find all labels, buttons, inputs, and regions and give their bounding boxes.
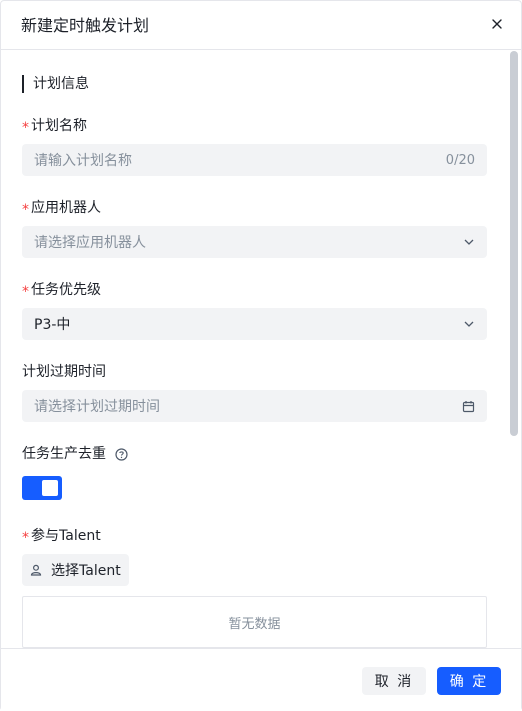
select-talent-label: 选择Talent [51,563,121,579]
toggle-knob [42,480,58,496]
expire-placeholder: 请选择计划过期时间 [34,399,160,415]
dedupe-toggle[interactable] [22,476,62,500]
required-mark: * [22,202,29,218]
user-icon [30,564,42,576]
priority-select[interactable]: P3-中 [22,308,487,340]
dialog-footer: 取 消 确 定 [1,648,521,711]
dialog-body: 计划信息 * 计划名称 请输入计划名称 0/20 * 应用机器人 请选择应用机器人 … [1,50,521,648]
expire-date-picker[interactable]: 请选择计划过期时间 [22,390,487,422]
scrollbar[interactable] [510,51,518,436]
talent-label-text: 参与Talent [31,528,101,544]
priority-value: P3-中 [34,317,71,333]
required-mark: * [22,284,29,300]
select-talent-button[interactable]: 选择Talent [22,554,129,586]
plan-name-placeholder: 请输入计划名称 [34,153,132,169]
plan-name-input[interactable]: 请输入计划名称 0/20 [22,144,487,176]
robot-select[interactable]: 请选择应用机器人 [22,226,487,258]
confirm-button[interactable]: 确 定 [437,667,501,695]
required-mark: * [22,530,29,546]
section-title: 计划信息 [22,75,89,93]
robot-label-text: 应用机器人 [31,200,101,216]
dedupe-label: 任务生产去重 [22,444,128,464]
create-plan-dialog: 新建定时触发计划 计划信息 * 计划名称 请输入计划名称 0/20 * 应用机器人 … [0,0,522,711]
empty-text: 暂无数据 [228,616,281,632]
plan-name-label-text: 计划名称 [31,118,87,134]
priority-label: * 任务优先级 [22,280,101,300]
dedupe-label-text: 任务生产去重 [22,446,106,462]
expire-label: 计划过期时间 [22,364,106,380]
help-icon[interactable] [115,447,128,461]
talent-label: * 参与Talent [22,526,101,546]
chevron-down-icon [463,318,475,330]
plan-name-label: * 计划名称 [22,116,87,136]
robot-label: * 应用机器人 [22,198,101,218]
char-counter: 0/20 [445,152,475,168]
required-mark: * [22,120,29,136]
priority-label-text: 任务优先级 [31,282,101,298]
dialog-title: 新建定时触发计划 [21,16,150,35]
talent-empty-state: 暂无数据 [22,596,487,648]
cancel-button[interactable]: 取 消 [362,667,426,695]
robot-placeholder: 请选择应用机器人 [34,235,146,251]
dialog-header: 新建定时触发计划 [1,1,521,50]
chevron-down-icon [463,236,475,248]
calendar-icon [462,400,475,413]
close-icon[interactable] [487,14,507,34]
